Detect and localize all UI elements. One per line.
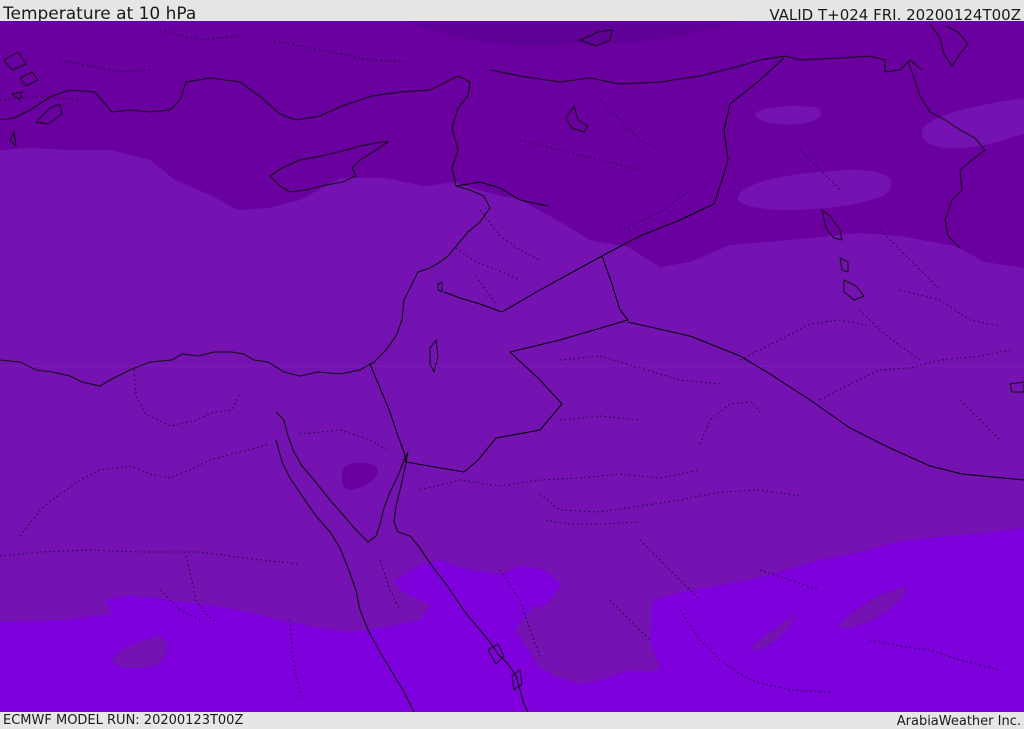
- credit-label: ArabiaWeather Inc.: [896, 714, 1021, 729]
- temperature-map: [0, 21, 1024, 712]
- header-bar: Temperature at 10 hPa VALID T+024 FRI. 2…: [0, 0, 1024, 24]
- footer-bar: ECMWF MODEL RUN: 20200123T00Z ArabiaWeat…: [0, 712, 1024, 729]
- model-run-label: ECMWF MODEL RUN: 20200123T00Z: [3, 713, 244, 728]
- forecast-map-page: Temperature at 10 hPa VALID T+024 FRI. 2…: [0, 0, 1024, 729]
